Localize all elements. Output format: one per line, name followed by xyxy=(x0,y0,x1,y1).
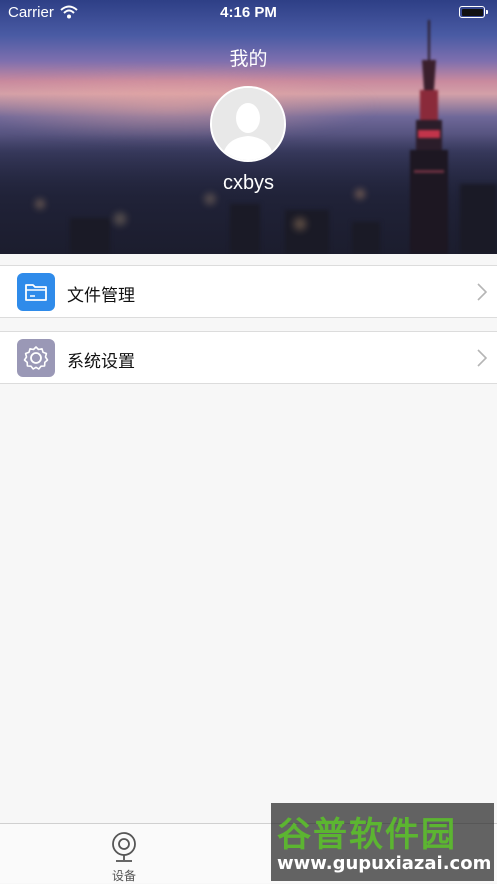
menu-item-file-management[interactable]: 文件管理 xyxy=(0,265,497,318)
watermark-url: www.gupuxiazai.com xyxy=(277,853,492,874)
chevron-right-icon xyxy=(477,349,487,367)
sky-glow xyxy=(0,70,380,140)
menu-item-system-settings[interactable]: 系统设置 xyxy=(0,331,497,384)
watermark-title: 谷普软件园 xyxy=(277,815,457,855)
chevron-right-icon xyxy=(477,283,487,301)
camera-icon xyxy=(112,832,136,862)
page-title: 我的 xyxy=(229,48,268,70)
status-bar: Carrier 4:16 PM xyxy=(0,0,497,26)
menu-item-label: 系统设置 xyxy=(67,352,135,372)
profile-header: Carrier 4:16 PM 我的 cxbys xyxy=(0,0,497,254)
tab-device[interactable]: 设备 xyxy=(104,830,144,884)
battery-icon xyxy=(459,6,488,18)
watermark: 谷普软件园 www.gupuxiazai.com xyxy=(271,803,494,881)
folder-icon xyxy=(17,273,55,311)
tab-label: 设备 xyxy=(111,869,136,883)
username: cxbys xyxy=(222,172,275,194)
gear-icon xyxy=(17,339,55,377)
menu-item-label: 文件管理 xyxy=(67,286,135,306)
clock: 4:16 PM xyxy=(220,4,277,21)
avatar[interactable] xyxy=(210,86,286,162)
user-silhouette-icon xyxy=(212,88,284,160)
